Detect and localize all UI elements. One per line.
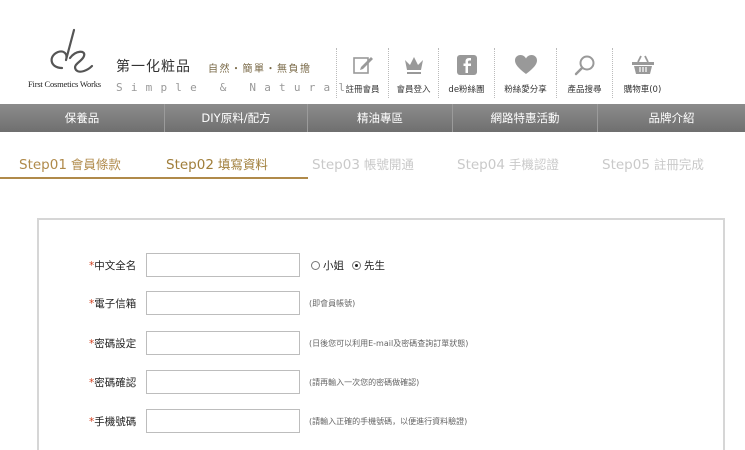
email-field[interactable] xyxy=(146,291,300,315)
login-button[interactable]: 會員登入 xyxy=(388,48,438,98)
step-5: Step05 註冊完成 xyxy=(602,154,704,173)
password-confirm-field[interactable] xyxy=(146,370,300,394)
step-progress-underline xyxy=(0,177,308,179)
nav-item-brand[interactable]: 品牌介紹 xyxy=(598,104,745,132)
step-number: Step05 xyxy=(602,157,650,173)
nav-item-essential-oil[interactable]: 精油專區 xyxy=(308,104,453,132)
password-hint: (日後您可以利用E-mail及密碼查詢訂單狀態) xyxy=(309,339,469,348)
nav-item-skincare[interactable]: 保養品 xyxy=(0,104,165,132)
nav-item-diy[interactable]: DIY原料/配方 xyxy=(165,104,308,132)
main-nav: 保養品 DIY原料/配方 精油專區 網路特惠活動 品牌介紹 xyxy=(0,104,745,132)
password-confirm-label: *密碼確認 xyxy=(89,377,137,389)
fanpage-label: de粉絲團 xyxy=(448,85,485,95)
password-row: *密碼設定 (日後您可以利用E-mail及密碼查詢訂單狀態) xyxy=(39,331,723,355)
search-icon xyxy=(573,53,597,77)
mobile-hint: (請輸入正確的手機號碼，以便進行資料驗證) xyxy=(309,417,468,426)
password-confirm-hint: (請再輸入一次您的密碼做確認) xyxy=(309,378,420,387)
cart-label: 購物車(0) xyxy=(623,85,662,95)
site-header: First Cosmetics Works 第一化粧品 自然・簡單・無負擔 Si… xyxy=(0,0,745,104)
login-label: 會員登入 xyxy=(396,85,431,95)
nav-item-promotions[interactable]: 網路特惠活動 xyxy=(453,104,598,132)
share-button[interactable]: 粉絲愛分享 xyxy=(494,48,556,98)
registration-form: *中文全名 小姐 先生 *電子信箱 (即會員帳號) *密碼設定 (日後您可以利用… xyxy=(37,218,725,450)
step-number: Step03 xyxy=(312,157,360,173)
step-2: Step02 填寫資料 xyxy=(166,154,268,173)
password-label: *密碼設定 xyxy=(89,338,137,350)
crown-icon xyxy=(402,53,426,77)
radio-miss[interactable] xyxy=(311,261,320,270)
step-label: 手機認證 xyxy=(508,157,559,172)
step-number: Step01 xyxy=(19,157,67,173)
header-toolbar: 註冊會員 會員登入 de粉絲團 粉絲愛分享 產品搜尋 購物車(0) xyxy=(336,48,672,98)
gender-radio-group: 小姐 先生 xyxy=(311,258,389,273)
step-number: Step04 xyxy=(457,157,505,173)
brand-name: 第一化粧品 xyxy=(116,59,191,75)
name-row: *中文全名 小姐 先生 xyxy=(39,253,723,277)
step-label: 帳號開通 xyxy=(363,157,414,172)
step-label: 會員條款 xyxy=(70,157,121,172)
step-number: Step02 xyxy=(166,157,214,173)
brand-slogan: Simple & Natural xyxy=(116,81,354,94)
email-hint: (即會員帳號) xyxy=(309,299,356,308)
pencil-icon xyxy=(351,53,375,77)
mobile-label: *手機號碼 xyxy=(89,416,137,428)
email-row: *電子信箱 (即會員帳號) xyxy=(39,291,723,315)
radio-mr[interactable] xyxy=(352,261,361,270)
logo-mark-icon xyxy=(50,28,94,73)
step-label: 填寫資料 xyxy=(217,157,268,172)
register-label: 註冊會員 xyxy=(345,85,380,95)
share-label: 粉絲愛分享 xyxy=(504,85,547,95)
brand-tagline: 自然・簡單・無負擔 xyxy=(208,64,312,75)
register-button[interactable]: 註冊會員 xyxy=(336,48,388,98)
step-1: Step01 會員條款 xyxy=(19,154,121,173)
facebook-icon xyxy=(455,53,479,77)
brand-logo[interactable]: First Cosmetics Works xyxy=(28,28,108,92)
gender-option-miss[interactable]: 小姐 xyxy=(311,258,344,273)
name-input[interactable] xyxy=(146,253,300,277)
heart-icon xyxy=(514,53,538,77)
cart-button[interactable]: 購物車(0) xyxy=(612,48,672,98)
password-confirm-row: *密碼確認 (請再輸入一次您的密碼做確認) xyxy=(39,370,723,394)
password-field[interactable] xyxy=(146,331,300,355)
step-label: 註冊完成 xyxy=(653,157,704,172)
logo-text: First Cosmetics Works xyxy=(28,79,101,89)
name-label: *中文全名 xyxy=(89,260,137,272)
mobile-row: *手機號碼 (請輸入正確的手機號碼，以便進行資料驗證) xyxy=(39,409,723,433)
step-3: Step03 帳號開通 xyxy=(312,154,414,173)
step-4: Step04 手機認證 xyxy=(457,154,559,173)
gender-option-mr[interactable]: 先生 xyxy=(352,258,385,273)
product-search-button[interactable]: 產品搜尋 xyxy=(556,48,612,98)
registration-steps: Step01 會員條款 Step02 填寫資料 Step03 帳號開通 Step04 手… xyxy=(0,150,745,182)
mobile-field[interactable] xyxy=(146,409,300,433)
fanpage-button[interactable]: de粉絲團 xyxy=(438,48,494,98)
email-label: *電子信箱 xyxy=(89,298,137,310)
product-search-label: 產品搜尋 xyxy=(567,85,602,95)
basket-icon xyxy=(631,53,655,77)
